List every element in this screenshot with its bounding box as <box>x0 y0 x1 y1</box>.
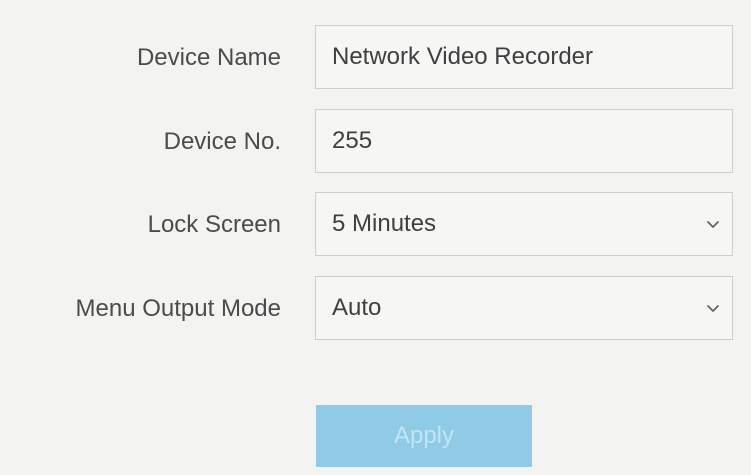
device-name-label: Device Name <box>136 44 281 71</box>
lock-screen-value: 5 Minutes <box>332 210 437 237</box>
apply-button[interactable]: Apply <box>316 405 532 467</box>
device-name-field[interactable]: Network Video Recorder <box>315 25 733 89</box>
device-name-value: Network Video Recorder <box>332 43 594 70</box>
lock-screen-label: Lock Screen <box>147 211 281 238</box>
menu-output-mode-select[interactable]: Auto <box>315 276 733 340</box>
lock-screen-row: Lock Screen 5 Minutes <box>0 192 751 258</box>
chevron-down-icon <box>707 221 719 228</box>
menu-output-mode-label: Menu Output Mode <box>75 295 281 322</box>
chevron-down-icon <box>707 305 719 312</box>
device-settings-form: Device Name Network Video Recorder Devic… <box>0 0 751 475</box>
device-name-row: Device Name Network Video Recorder <box>0 25 751 91</box>
menu-output-mode-value: Auto <box>332 294 382 321</box>
device-no-row: Device No. 255 <box>0 109 751 175</box>
menu-output-mode-row: Menu Output Mode Auto <box>0 276 751 342</box>
device-no-field[interactable]: 255 <box>315 109 733 173</box>
device-no-label: Device No. <box>163 128 281 155</box>
device-no-value: 255 <box>332 127 373 154</box>
lock-screen-select[interactable]: 5 Minutes <box>315 192 733 256</box>
